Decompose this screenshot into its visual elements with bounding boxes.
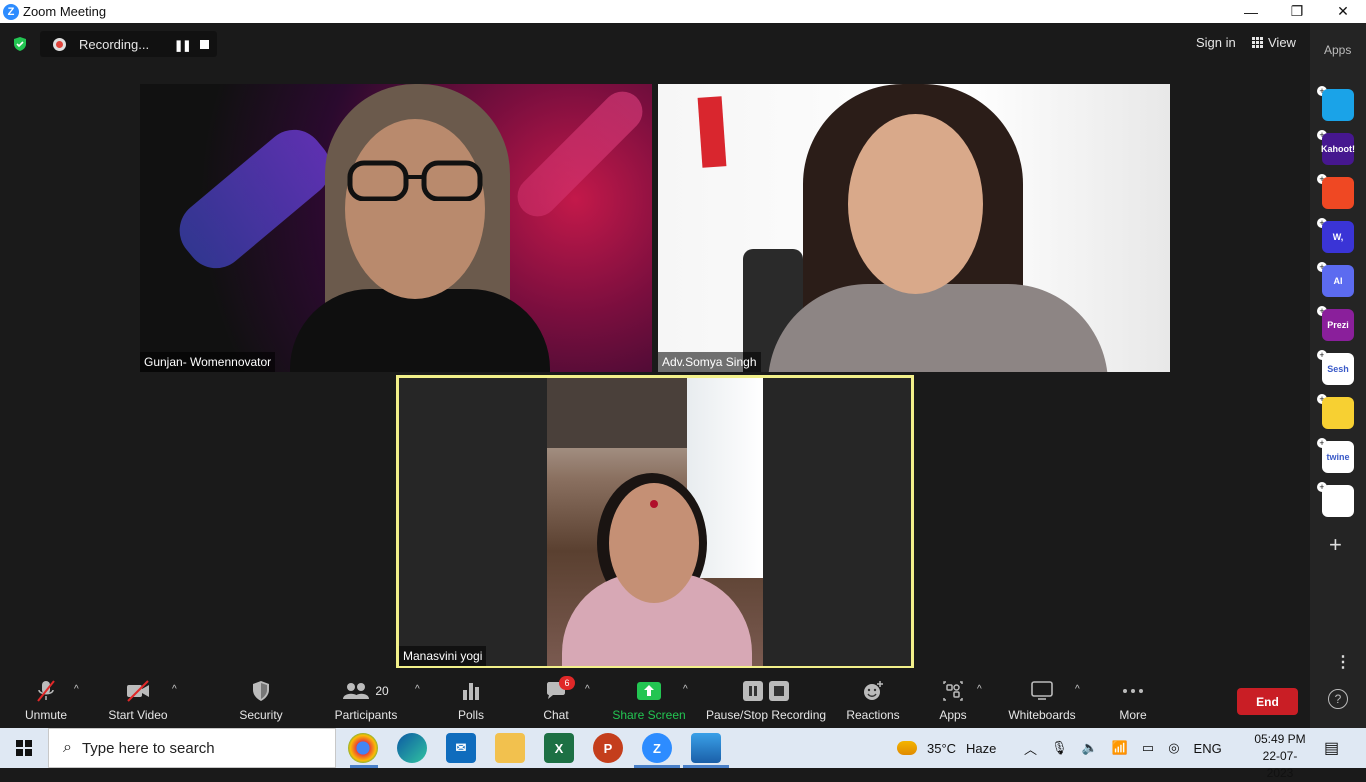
edge-icon[interactable] — [397, 733, 427, 763]
zoom-logo-icon: Z — [3, 3, 19, 20]
pause-stop-recording-button[interactable]: Pause/Stop Recording — [706, 668, 826, 728]
app-3-app-icon[interactable] — [1322, 177, 1354, 209]
end-meeting-button[interactable]: End — [1237, 688, 1298, 715]
start-video-button[interactable]: Start Video — [108, 668, 168, 728]
apps-sidebar-title: Apps — [1324, 43, 1352, 57]
window-titlebar: Z Zoom Meeting — ❐ ✕ — [0, 0, 1366, 23]
volume-icon[interactable]: 🔈 — [1082, 740, 1098, 756]
pause-icon — [743, 681, 763, 701]
video-tile-gunjan[interactable]: Gunjan- Womennovator — [140, 84, 652, 372]
participants-options-caret[interactable]: ^ — [415, 684, 420, 695]
recording-indicator: Recording... ❚❚ — [40, 31, 217, 57]
excel-icon[interactable]: X — [544, 733, 574, 763]
unmute-button[interactable]: Unmute — [24, 668, 68, 728]
reactions-smiley-icon — [864, 681, 883, 700]
add-app-button[interactable]: + — [1329, 532, 1342, 558]
file-explorer-icon[interactable] — [495, 733, 525, 763]
participant-name: Gunjan- Womennovator — [140, 352, 276, 372]
taskbar-search[interactable]: ⌕ Type here to search — [48, 728, 336, 768]
app-1-app-icon[interactable] — [1322, 89, 1354, 121]
muted-microphone-icon — [37, 680, 55, 702]
more-button[interactable]: More — [1117, 668, 1149, 728]
haze-weather-icon — [897, 741, 917, 755]
restore-button[interactable]: ❐ — [1274, 0, 1320, 23]
video-tile-somya[interactable]: Adv.Somya Singh — [658, 84, 1170, 372]
participants-button[interactable]: 20 Participants — [335, 668, 397, 728]
video-off-icon — [127, 680, 149, 702]
show-hidden-icons-caret[interactable]: ︿ — [1024, 739, 1037, 758]
more-dots-icon — [1123, 689, 1143, 693]
stop-recording-button[interactable] — [200, 40, 209, 49]
app-8-app-icon[interactable] — [1322, 397, 1354, 429]
app-5-app-icon[interactable]: AI — [1322, 265, 1354, 297]
security-shield-icon — [14, 37, 26, 51]
apps-icon — [943, 681, 963, 701]
whiteboard-icon — [1031, 681, 1053, 700]
start-button[interactable] — [0, 728, 48, 768]
location-icon[interactable]: ◎ — [1168, 740, 1179, 756]
app-10-app-icon[interactable] — [1322, 485, 1354, 517]
minimize-button[interactable]: — — [1228, 0, 1274, 23]
zoom-taskbar-icon[interactable]: Z — [642, 733, 672, 763]
twine-app-icon[interactable]: twine — [1322, 441, 1354, 473]
video-tile-manasvini-active-speaker[interactable]: Manasvini yogi — [396, 375, 914, 669]
recording-dot-icon — [53, 37, 66, 51]
battery-icon[interactable]: ▭ — [1142, 740, 1154, 756]
whiteboards-button[interactable]: Whiteboards — [1007, 668, 1077, 728]
kahoot-app-icon[interactable]: Kahoot! — [1321, 133, 1355, 165]
pause-recording-button[interactable]: ❚❚ — [174, 39, 191, 52]
sesh-app-icon[interactable]: Sesh — [1322, 353, 1354, 385]
chrome-icon[interactable] — [348, 733, 378, 763]
participant-name: Manasvini yogi — [399, 646, 487, 666]
whiteboards-options-caret[interactable]: ^ — [1075, 684, 1080, 695]
participant-name: Adv.Somya Singh — [658, 352, 761, 372]
apps-button[interactable]: Apps — [937, 668, 969, 728]
network-icon[interactable]: 📶 — [1112, 740, 1128, 756]
participants-count: 20 — [375, 684, 389, 698]
meeting-area: Recording... ❚❚ Sign in View Gunjan- Wom… — [0, 23, 1310, 669]
apps-options-caret[interactable]: ^ — [977, 684, 982, 695]
security-shield-icon — [253, 681, 269, 701]
meeting-toolbar: Unmute ^ Start Video ^ Security 20 Parti… — [0, 668, 1310, 728]
help-icon[interactable]: ? — [1328, 689, 1348, 709]
chat-options-caret[interactable]: ^ — [585, 684, 590, 695]
search-placeholder: Type here to search — [81, 739, 215, 757]
participants-icon — [343, 683, 370, 699]
share-screen-icon — [637, 682, 661, 700]
stop-icon — [769, 681, 789, 701]
wooclap-app-icon[interactable]: W, — [1322, 221, 1354, 253]
share-screen-button[interactable]: Share Screen — [612, 668, 686, 728]
system-clock[interactable]: 05:49 PM 22-07-2023 — [1250, 731, 1310, 782]
photos-icon[interactable] — [691, 733, 721, 763]
chat-unread-badge: 6 — [559, 676, 575, 690]
window-title: Zoom Meeting — [23, 4, 107, 19]
mail-icon[interactable]: ✉ — [446, 733, 476, 763]
search-icon: ⌕ — [63, 739, 72, 756]
polls-icon — [463, 683, 479, 700]
grid-view-icon — [1252, 37, 1263, 48]
weather-widget[interactable]: 35°C Haze — [897, 728, 996, 768]
close-button[interactable]: ✕ — [1320, 0, 1366, 23]
video-options-caret[interactable]: ^ — [172, 684, 177, 695]
more-options-icon[interactable]: ⋮ — [1335, 652, 1351, 672]
audio-options-caret[interactable]: ^ — [74, 684, 79, 695]
security-button[interactable]: Security — [237, 668, 285, 728]
powerpoint-icon[interactable]: P — [593, 733, 623, 763]
view-button[interactable]: View — [1252, 35, 1296, 50]
reactions-button[interactable]: Reactions — [846, 668, 900, 728]
notifications-icon[interactable]: ▤ — [1324, 728, 1339, 768]
language-indicator[interactable]: ENG — [1194, 741, 1222, 756]
polls-button[interactable]: Polls — [455, 668, 487, 728]
share-options-caret[interactable]: ^ — [683, 684, 688, 695]
sign-in-link[interactable]: Sign in — [1196, 35, 1236, 50]
recording-label: Recording... — [79, 36, 150, 52]
microphone-tray-icon[interactable]: 🎙 — [1051, 740, 1068, 756]
view-label: View — [1268, 35, 1296, 50]
windows-logo-icon — [16, 740, 32, 756]
prezi-app-icon[interactable]: Prezi — [1322, 309, 1354, 341]
